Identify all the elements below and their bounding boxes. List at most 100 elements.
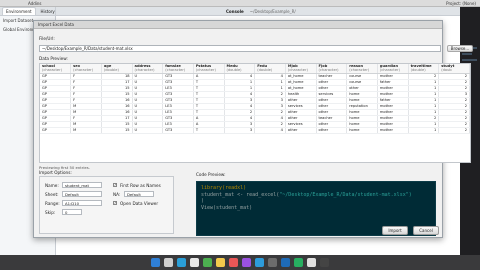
range-input[interactable]: A1:D10	[62, 200, 102, 206]
tab-environment[interactable]: Environment	[2, 7, 36, 15]
notes-icon[interactable]	[216, 258, 225, 267]
column-type: (double)	[103, 68, 119, 72]
table-cell: U	[132, 127, 164, 134]
dialog-title: Import Excel Data	[34, 21, 442, 29]
open-viewer-label: Open Data Viewer	[120, 201, 159, 206]
import-options-label: Import Options:	[39, 170, 72, 175]
column-header-Fjob[interactable]: Fjob (character)	[316, 64, 348, 74]
decorative-line	[462, 53, 472, 55]
dock	[0, 255, 480, 270]
code-preview-label: Code Preview:	[196, 172, 226, 177]
safari-icon[interactable]	[177, 258, 186, 267]
column-type: (character)	[42, 68, 63, 72]
column-header-reason[interactable]: reason (character)	[346, 64, 378, 74]
table-cell: 2	[438, 127, 470, 134]
column-type: (character)	[195, 68, 216, 72]
podcasts-icon[interactable]	[242, 258, 251, 267]
launchpad-icon[interactable]	[164, 258, 173, 267]
console-path: ~/Desktop/Example_R/	[249, 8, 296, 14]
first-row-label: First Row as Names	[120, 183, 161, 188]
code-line-1: library(readxl)	[201, 185, 247, 191]
environment-tabs: Environment History	[0, 7, 55, 16]
table-cell: GP	[40, 127, 72, 134]
data-preview-grid[interactable]: school (character) sex (character) age (doubl…	[39, 63, 471, 163]
column-type: (double)	[257, 68, 273, 72]
browse-button[interactable]: Browse...	[447, 45, 473, 52]
table-cell: M	[70, 127, 102, 134]
column-header-Medu[interactable]: Medu (double)	[224, 64, 256, 74]
table-cell: 15	[101, 127, 133, 134]
project-menu[interactable]: Project: (None)	[446, 1, 476, 6]
sheet-select[interactable]: Default	[62, 191, 102, 197]
column-header-sex[interactable]: sex (character)	[70, 64, 102, 74]
skip-label: Skip:	[45, 210, 56, 215]
column-type: (character)	[379, 68, 400, 72]
appstore-icon[interactable]	[255, 258, 264, 267]
settings-icon[interactable]	[268, 258, 277, 267]
code-line-3: )	[201, 198, 205, 205]
table-cell: other	[285, 127, 317, 134]
name-input[interactable]: student_mat	[62, 182, 102, 188]
table-cell: 4	[254, 127, 286, 134]
data-preview-label: Data Preview:	[39, 56, 68, 61]
name-label: Name:	[45, 183, 59, 188]
column-type: (double)	[226, 68, 242, 72]
column-header-Pstatus[interactable]: Pstatus (character)	[193, 64, 225, 74]
column-header-address[interactable]: address (character)	[132, 64, 164, 74]
menu-item-addins[interactable]: Addins	[28, 1, 41, 6]
column-header-famsize[interactable]: famsize (character)	[162, 64, 194, 74]
code-line-4: View(student_mat)	[201, 204, 253, 211]
tab-history[interactable]: History	[38, 8, 58, 15]
table-header-row: school (character) sex (character) age (doubl…	[40, 64, 470, 74]
menubar: Addins Project: (None)	[0, 0, 480, 7]
first-row-checkbox[interactable]: ✓	[113, 183, 117, 187]
column-header-Fedu[interactable]: Fedu (double)	[254, 64, 286, 74]
cancel-button[interactable]: Cancel	[413, 226, 439, 235]
column-header-traveltime[interactable]: traveltime (double)	[408, 64, 440, 74]
column-type: (double)	[410, 68, 426, 72]
table-cell: T	[193, 127, 225, 134]
open-viewer-checkbox[interactable]: ✓	[113, 201, 117, 205]
column-type: (doub	[441, 68, 452, 72]
preview-icon[interactable]	[307, 258, 316, 267]
file-url-label: File/Url:	[39, 36, 55, 41]
decorative-line	[462, 59, 477, 61]
table-row: GP M 15 U GT3 T 3 4 other other home mother 1 2	[40, 127, 470, 134]
finder-icon[interactable]	[151, 258, 160, 267]
tab-console[interactable]: Console	[226, 9, 244, 14]
sheet-label: Sheet:	[45, 192, 59, 197]
range-label: Range:	[45, 201, 60, 206]
mail-icon[interactable]	[190, 258, 199, 267]
column-header-Mjob[interactable]: Mjob (character)	[285, 64, 317, 74]
column-header-school[interactable]: school (character)	[40, 64, 72, 74]
column-type: (character)	[73, 68, 94, 72]
na-label: NA:	[113, 192, 121, 197]
column-header-studyt[interactable]: studyt (doub	[438, 64, 470, 74]
excel-icon[interactable]	[294, 258, 303, 267]
column-header-guardian[interactable]: guardian (character)	[377, 64, 409, 74]
column-type: (character)	[318, 68, 339, 72]
column-type: (character)	[134, 68, 155, 72]
column-header-age[interactable]: age (double)	[101, 64, 133, 74]
table-cell: mother	[377, 127, 409, 134]
calendar-icon[interactable]	[229, 258, 238, 267]
file-url-input[interactable]: ~/Desktop/Example_R/Data/student-mat.xls…	[39, 45, 441, 52]
import-options-panel: Name: student_mat ✓ First Row as Names S…	[39, 176, 174, 234]
column-type: (character)	[165, 68, 186, 72]
table-cell: GT3	[162, 127, 194, 134]
table-cell: home	[346, 127, 378, 134]
console-tabbar: Console ~/Desktop/Example_R/	[56, 7, 468, 16]
trash-icon[interactable]	[320, 258, 329, 267]
table-cell: 1	[408, 127, 440, 134]
column-type: (character)	[287, 68, 308, 72]
data-preview-table: school (character) sex (character) age (doubl…	[40, 64, 470, 134]
import-button[interactable]: Import	[382, 226, 408, 235]
na-input[interactable]: Default	[124, 191, 154, 197]
column-type: (character)	[349, 68, 370, 72]
table-cell: other	[316, 127, 348, 134]
skip-input[interactable]: 0	[62, 209, 82, 215]
messages-icon[interactable]	[203, 258, 212, 267]
rstudio-icon[interactable]	[281, 258, 290, 267]
table-cell: 3	[224, 127, 256, 134]
code-line-2: student_mat <- read_excel("~/Desktop/Exa…	[201, 191, 412, 198]
